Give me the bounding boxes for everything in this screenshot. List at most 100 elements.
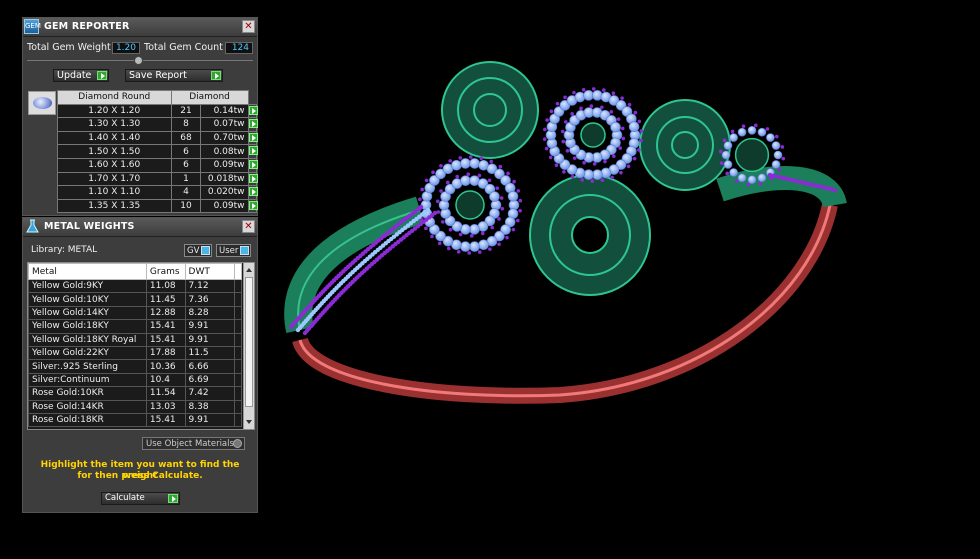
close-icon[interactable]: ✕ — [242, 220, 255, 233]
gem-stone — [469, 158, 480, 169]
prong — [488, 247, 492, 251]
metal-row[interactable]: Silver:Continuum 10.4 6.69 — [28, 372, 242, 388]
select-gem-button[interactable] — [247, 103, 258, 119]
flask-icon — [25, 219, 40, 234]
metal-header-name[interactable]: Metal — [28, 263, 147, 280]
gem-row[interactable]: 1.40 X 1.40 68 0.70tw — [57, 130, 258, 146]
prong — [480, 231, 485, 236]
prong — [439, 189, 443, 193]
prong — [765, 127, 770, 131]
user-checkbox[interactable] — [240, 246, 249, 255]
metal-grams: 15.41 — [145, 319, 186, 334]
gem-row[interactable]: 1.70 X 1.70 1 0.018tw — [57, 171, 258, 187]
prong — [518, 198, 523, 203]
metal-list-scrollbar[interactable] — [243, 263, 254, 429]
gem-stone — [773, 150, 783, 160]
scroll-thumb[interactable] — [245, 277, 253, 407]
shank-stone — [832, 187, 838, 193]
metal-row[interactable]: Silver:.925 Sterling 10.36 6.66 — [28, 359, 242, 374]
select-gem-button[interactable] — [247, 144, 258, 159]
prong — [542, 137, 547, 141]
gem-row[interactable]: 1.35 X 1.35 10 0.09tw — [57, 198, 258, 214]
gem-row[interactable]: 1.10 X 1.10 4 0.020tw — [57, 185, 258, 200]
use-object-materials-button[interactable]: Use Object Materials — [142, 437, 245, 450]
metal-weights-titlebar[interactable]: METAL WEIGHTS ✕ — [23, 218, 257, 237]
metal-name: Rose Gold:10KR — [28, 386, 147, 401]
prong — [468, 155, 473, 159]
prong — [565, 149, 570, 153]
metal-header-grams[interactable]: Grams — [145, 263, 186, 280]
select-gem-button[interactable] — [247, 117, 258, 132]
metal-row[interactable]: Yellow Gold:22KY 17.88 11.5 — [28, 345, 242, 361]
gem-stone — [628, 121, 640, 133]
prong — [609, 110, 614, 114]
gem-stone — [610, 121, 621, 133]
gem-row[interactable]: 1.20 X 1.20 21 0.14tw — [57, 103, 258, 119]
center-setting — [580, 122, 606, 148]
save-report-button[interactable]: Save Report — [125, 69, 223, 82]
gem-stone — [592, 90, 603, 101]
use-object-materials-label: Use Object Materials — [146, 439, 234, 449]
metal-row[interactable]: Yellow Gold:18KY Royal 15.41 9.91 — [28, 332, 242, 347]
metal-row[interactable]: Rose Gold:18KR 15.41 9.91 — [28, 412, 242, 428]
metal-row-spacer — [234, 278, 242, 294]
prong — [572, 90, 576, 95]
prong — [555, 101, 560, 106]
calculate-button[interactable]: Calculate — [101, 492, 180, 505]
gem-stone — [757, 173, 767, 183]
prong — [487, 178, 492, 183]
prong — [445, 180, 450, 185]
metal-list[interactable]: Metal Grams DWT Yellow Gold:9KY 11.08 7.12… — [27, 262, 255, 430]
metal-header-dwt[interactable]: DWT — [184, 263, 236, 280]
prong — [518, 208, 522, 213]
prong — [543, 127, 547, 132]
prong — [446, 246, 451, 251]
prong — [499, 196, 504, 200]
metal-grams: 11.08 — [145, 278, 186, 294]
gem-stone — [766, 133, 775, 142]
metal-row[interactable]: Yellow Gold:10KY 11.45 7.36 — [28, 292, 242, 307]
metal-grams: 11.54 — [145, 386, 186, 401]
prong — [448, 159, 452, 163]
metal-dwt: 11.5 — [184, 345, 236, 361]
gv-checkbox[interactable] — [201, 246, 210, 255]
gem-row[interactable]: 1.60 X 1.60 6 0.09tw — [57, 157, 258, 173]
select-gem-button[interactable] — [247, 185, 258, 200]
prong — [637, 119, 642, 124]
metal-row[interactable]: Yellow Gold:18KY 15.41 9.91 — [28, 319, 242, 334]
select-gem-button[interactable] — [247, 130, 258, 146]
update-button[interactable]: Update — [53, 69, 109, 82]
select-gem-button[interactable] — [247, 171, 258, 187]
gem-header-shape: Diamond Round — [57, 90, 172, 105]
gem-reporter-titlebar[interactable]: GEM GEM REPORTER ✕ — [23, 18, 257, 37]
total-gem-weight-label: Total Gem Weight — [27, 42, 111, 53]
metal-row-spacer — [234, 372, 242, 388]
center-setting — [455, 190, 485, 220]
metal-row-spacer — [234, 345, 242, 361]
metal-row[interactable]: Yellow Gold:14KY 12.88 8.28 — [28, 305, 242, 321]
select-gem-button[interactable] — [247, 157, 258, 173]
metal-row[interactable]: Rose Gold:14KR 13.03 8.38 — [28, 399, 242, 414]
close-icon[interactable]: ✕ — [242, 20, 255, 33]
scroll-down-icon[interactable] — [245, 417, 253, 427]
update-button-label: Update — [57, 70, 92, 81]
diamond-round-icon[interactable] — [28, 91, 56, 115]
gem-row[interactable]: 1.50 X 1.50 6 0.08tw — [57, 144, 258, 159]
prong — [466, 172, 471, 176]
metal-row[interactable]: Yellow Gold:9KY 11.08 7.12 — [28, 278, 242, 294]
metal-dwt: 8.38 — [184, 399, 236, 414]
ring-3d-viewport[interactable] — [262, 0, 980, 559]
select-gem-button[interactable] — [247, 198, 258, 214]
metal-name: Yellow Gold:18KY — [28, 319, 147, 334]
splitter-knob-icon[interactable] — [134, 56, 143, 65]
prong — [490, 225, 495, 230]
prong — [633, 110, 638, 115]
prong — [511, 227, 516, 232]
prong — [570, 112, 574, 116]
prong — [455, 174, 460, 179]
gem-row[interactable]: 1.30 X 1.30 8 0.07tw — [57, 117, 258, 132]
metal-row[interactable]: Rose Gold:10KR 11.54 7.42 — [28, 386, 242, 401]
gv-toggle[interactable]: GV — [184, 244, 212, 257]
scroll-up-icon[interactable] — [245, 265, 253, 275]
user-toggle[interactable]: User — [216, 244, 251, 257]
